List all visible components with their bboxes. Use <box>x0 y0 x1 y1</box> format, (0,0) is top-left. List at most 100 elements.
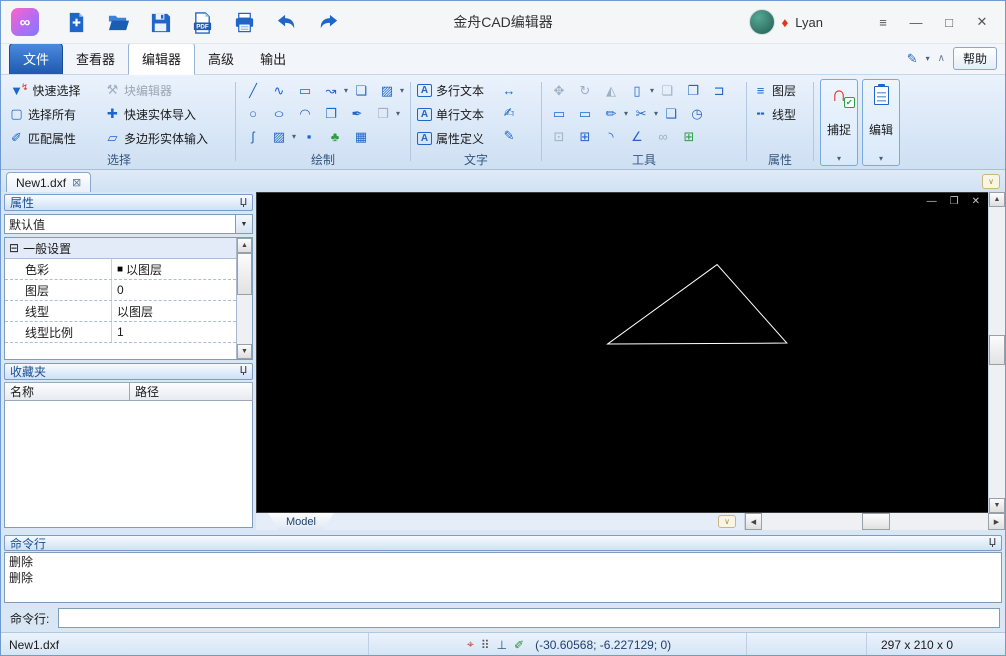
scroll-track[interactable] <box>989 207 1005 498</box>
ortho-toggle-icon[interactable]: ⊥ <box>497 638 507 652</box>
redo-button[interactable] <box>313 7 343 37</box>
rectangle-icon[interactable]: ▭ <box>292 80 318 101</box>
account-area[interactable]: ♦ Lyan <box>748 9 863 35</box>
copy-nested-icon[interactable]: ❑ <box>658 103 684 124</box>
scroll-track[interactable] <box>237 253 252 344</box>
copy-timed-icon[interactable]: ❐ <box>680 80 706 101</box>
scroll-down-icon[interactable]: ▼ <box>237 343 252 359</box>
scroll-thumb[interactable] <box>989 335 1005 365</box>
property-group-row[interactable]: ⊟ 一般设置 <box>5 238 236 259</box>
linetype-button[interactable]: ╍ 线型 <box>751 102 809 126</box>
maximize-button[interactable]: □ <box>936 15 962 30</box>
scroll-track[interactable] <box>762 513 988 530</box>
tab-viewer[interactable]: 查看器 <box>63 44 128 74</box>
combo-arrow-icon[interactable]: ▼ <box>235 215 252 233</box>
mdi-minimize-icon[interactable]: — <box>927 196 937 207</box>
single-text-button[interactable]: A 单行文本 <box>415 102 486 126</box>
canvas-vertical-scrollbar[interactable]: ▲ ▼ <box>988 192 1005 513</box>
tab-output[interactable]: 输出 <box>247 44 299 74</box>
hatch-region-icon[interactable]: ▨ <box>374 80 400 101</box>
scale-icon[interactable]: ⊞ <box>572 126 598 147</box>
user-avatar[interactable] <box>748 9 775 35</box>
annotate-icon[interactable]: ✎ <box>907 51 918 67</box>
copy-entity-icon[interactable]: ❐ <box>318 103 344 124</box>
undo-button[interactable] <box>271 7 301 37</box>
pen-icon[interactable]: ✒ <box>344 103 370 124</box>
property-row-linetype[interactable]: 线型 以图层 <box>5 301 236 322</box>
tab-editor[interactable]: 编辑器 <box>128 43 196 75</box>
paste-block-icon[interactable]: ▭ <box>546 103 572 124</box>
offset-icon[interactable]: ▯ <box>624 80 650 101</box>
select-all-button[interactable]: ▢ 选择所有 <box>7 105 103 124</box>
mtext-button[interactable]: A 多行文本 <box>415 78 486 102</box>
hatch-region-caret-icon[interactable]: ▾ <box>400 86 404 95</box>
note-edit-icon[interactable]: ✎ <box>496 128 522 144</box>
attribute-define-button[interactable]: A 属性定义 <box>415 126 486 150</box>
command-input[interactable] <box>58 608 1000 628</box>
trim-icon[interactable]: ✂ <box>628 103 654 124</box>
pin-icon[interactable]: Џ <box>240 197 247 208</box>
chamfer-icon[interactable]: ∠ <box>624 126 650 147</box>
paste-icon[interactable]: ▭ <box>572 103 598 124</box>
quick-select-button[interactable]: ▼ ↯ 快速选择 <box>7 81 103 100</box>
circle-icon[interactable]: ○ <box>240 103 266 124</box>
collapse-group-icon[interactable]: ⊟ <box>9 241 19 255</box>
save-button[interactable] <box>145 7 175 37</box>
open-file-button[interactable] <box>103 7 133 37</box>
grid-snap-toggle-icon[interactable]: ⠿ <box>481 638 490 652</box>
snap-button[interactable]: ∩ ✔ 捕捉 ▾ <box>820 79 858 166</box>
tab-file[interactable]: 文件 <box>9 43 64 74</box>
dimension-icon[interactable]: ↔ <box>496 82 522 98</box>
layer-new-icon[interactable]: ⊞ <box>676 126 702 147</box>
polyline-icon[interactable]: ↝ <box>318 80 344 101</box>
fillet-icon[interactable]: ◝ <box>598 126 624 147</box>
property-row-ltscale[interactable]: 线型比例 1 <box>5 322 236 343</box>
polygon-entity-input-button[interactable]: ▱ 多边形实体输入 <box>103 129 227 148</box>
spline-icon[interactable]: ʃ <box>240 126 266 147</box>
measure-time-icon[interactable]: ◷ <box>684 103 710 124</box>
hatch-icon[interactable]: ▨ <box>266 126 292 147</box>
document-tab-close-icon[interactable]: ⊠ <box>72 176 81 189</box>
arc-icon[interactable]: ◠ <box>292 103 318 124</box>
scroll-up-icon[interactable]: ▲ <box>989 192 1005 207</box>
image-icon[interactable]: ♣ <box>322 126 348 147</box>
column-header-name[interactable]: 名称 <box>4 381 130 401</box>
app-menu-button[interactable]: ≡ <box>870 15 896 30</box>
point-icon[interactable]: ▪ <box>296 126 322 147</box>
new-file-button[interactable] <box>61 7 91 37</box>
tab-advanced[interactable]: 高级 <box>195 44 247 74</box>
mdi-restore-icon[interactable]: ❐ <box>950 196 959 207</box>
drawing-canvas[interactable]: — ❐ ✕ <box>256 192 988 513</box>
mdi-close-icon[interactable]: ✕ <box>972 196 980 207</box>
canvas-horizontal-scrollbar[interactable]: ◀ ▶ <box>744 513 1005 530</box>
model-tab[interactable]: Model <box>268 513 334 530</box>
minimize-button[interactable]: — <box>903 15 929 30</box>
document-tab[interactable]: New1.dxf ⊠ <box>6 172 92 192</box>
collapse-ribbon-icon[interactable]: ∧ <box>938 53 945 64</box>
ellipse-icon[interactable]: ○ <box>266 103 292 124</box>
help-button[interactable]: 帮助 <box>952 47 997 70</box>
align-icon[interactable]: ⊐ <box>706 80 732 101</box>
erase-icon[interactable]: ✏ <box>598 103 624 124</box>
scroll-up-icon[interactable]: ▲ <box>237 238 252 253</box>
property-row-color[interactable]: 色彩 ■ 以图层 <box>5 259 236 280</box>
insert-block-icon[interactable]: ❏ <box>348 80 374 101</box>
tabrow-chevron-button[interactable]: ∨ <box>982 174 1000 189</box>
pin-icon[interactable]: Џ <box>989 538 996 548</box>
preset-combobox[interactable]: 默认值 ▼ <box>4 214 253 234</box>
property-row-layer[interactable]: 图层 0 <box>5 280 236 301</box>
annotate-caret-icon[interactable]: ▾ <box>926 54 930 63</box>
snap-caret-icon[interactable]: ▾ <box>837 154 841 163</box>
export-pdf-button[interactable]: PDF <box>187 7 217 37</box>
scroll-thumb[interactable] <box>237 253 252 295</box>
scroll-thumb[interactable] <box>862 513 890 530</box>
match-properties-button[interactable]: ✐ 匹配属性 <box>7 129 103 148</box>
osnap-toggle-icon[interactable]: ⌖ <box>467 637 474 652</box>
column-header-path[interactable]: 路径 <box>130 381 253 401</box>
quick-entity-import-button[interactable]: ✚ 快速实体导入 <box>103 105 227 124</box>
text-edit-icon[interactable]: ✍ <box>496 105 522 121</box>
pin-icon[interactable]: Џ <box>240 366 247 376</box>
draw-mode-toggle-icon[interactable]: ✐ <box>514 638 524 652</box>
scroll-down-icon[interactable]: ▼ <box>989 498 1005 513</box>
property-grid-scrollbar[interactable]: ▲ ▼ <box>236 238 252 359</box>
